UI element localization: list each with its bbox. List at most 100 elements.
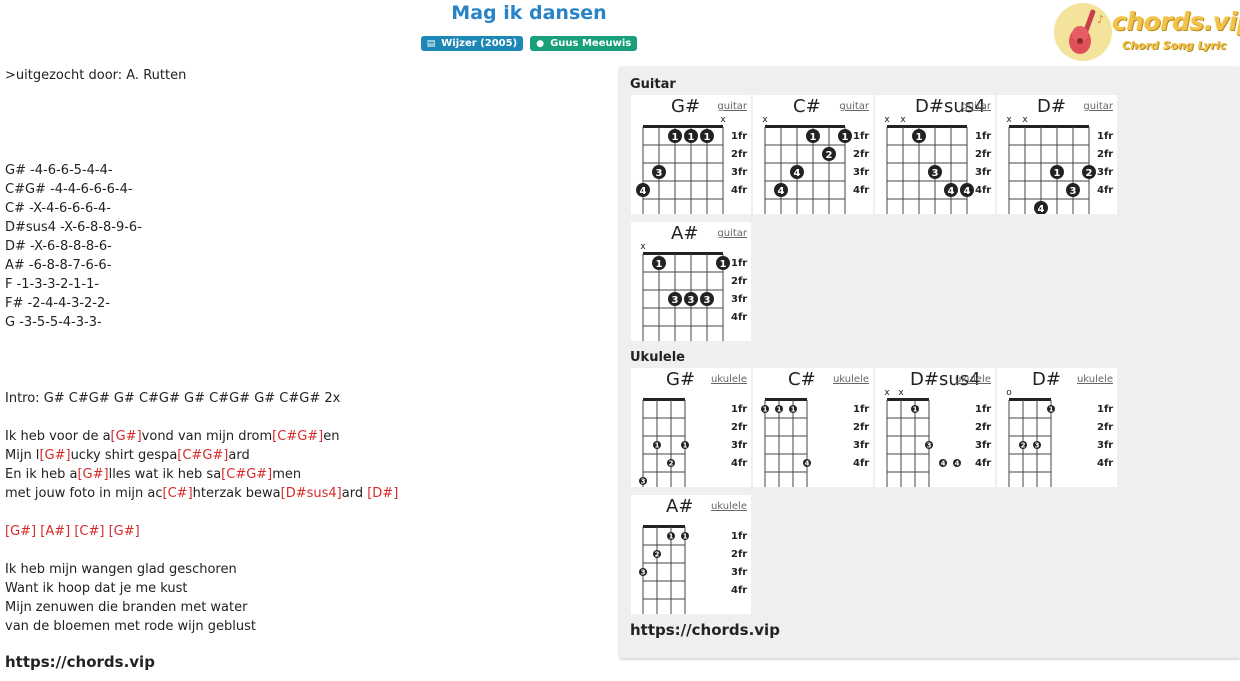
chord-link[interactable]: [G#] [111, 429, 142, 444]
guitar-chord-card[interactable]: x 4 4 1 2 1 1fr 2fr 3fr 4fr C# guitar [753, 95, 873, 214]
instrument-link[interactable]: guitar [717, 101, 747, 112]
fret-label: 4fr [731, 312, 748, 323]
ukulele-chord-card[interactable]: x x 1 3 4 4 1fr 2fr 3fr 4fr D#sus4 ukulele [875, 368, 995, 487]
instrument-link[interactable]: guitar [839, 101, 869, 112]
chord-name: D# [1032, 369, 1061, 390]
lyric-text: vond van mijn drom [141, 429, 273, 444]
lyric-text: C#G# -4-4-6-6-6-4- [5, 182, 133, 197]
chord-link[interactable]: [C#G#] [221, 467, 272, 482]
chord-link[interactable]: [C#] [163, 486, 193, 501]
ukulele-chord-card[interactable]: o 2 3 1 1fr 2fr 3fr 4fr D# ukulele [997, 368, 1117, 487]
instrument-link[interactable]: guitar [717, 228, 747, 239]
chord-link[interactable]: [G#] [5, 524, 36, 539]
fret-label: 4fr [1097, 458, 1114, 469]
finger-number: 3 [704, 295, 711, 306]
instrument-link[interactable]: ukulele [955, 374, 991, 385]
finger-number: 1 [656, 259, 663, 270]
finger-number: 1 [672, 132, 679, 143]
lyric-text: Want ik hoop dat je me kust [5, 581, 188, 596]
fret-label: 2fr [853, 149, 870, 160]
fret-label: 1fr [731, 531, 748, 542]
chord-link[interactable]: [C#] [74, 524, 104, 539]
artist-badge[interactable]: ● Guus Meeuwis [530, 36, 638, 51]
finger-number: 4 [794, 168, 801, 179]
site-logo[interactable]: ♪ chords.vip Chord Song Lyric [1054, 3, 1240, 63]
fret-label: 2fr [975, 149, 992, 160]
finger-number: 2 [1021, 442, 1026, 450]
lyric-line: D# -X-6-8-8-8-6- [5, 237, 112, 256]
instrument-link[interactable]: guitar [1083, 101, 1113, 112]
chord-link[interactable]: [G#] [39, 448, 70, 463]
lyric-text: D#sus4 -X-6-8-8-9-6- [5, 220, 142, 235]
finger-number: 3 [1035, 442, 1040, 450]
book-icon: ▤ [426, 39, 436, 49]
fret-label: 3fr [1097, 440, 1114, 451]
chord-link[interactable]: [D#] [367, 486, 398, 501]
muted-string-marker: x [1006, 115, 1012, 125]
fret-label: 2fr [731, 422, 748, 433]
guitar-chord-card[interactable]: x x 1 3 4 4 1fr 2fr 3fr 4fr D#sus4 guitar [875, 95, 995, 214]
finger-number: 1 [683, 533, 688, 541]
lyric-text: C# -X-4-6-6-6-4- [5, 201, 111, 216]
fret-label: 4fr [731, 585, 748, 596]
fret-label: 3fr [975, 167, 992, 178]
chord-link[interactable]: [C#G#] [177, 448, 228, 463]
ukulele-chord-card[interactable]: 3 2 1 1 1fr 2fr 3fr 4fr A# ukulele [631, 495, 751, 614]
chord-name: A# [666, 496, 694, 517]
fret-label: 3fr [731, 440, 748, 451]
lyric-line: En ik heb a[G#]lles wat ik heb sa[C#G#]m… [5, 465, 301, 484]
site-url-left[interactable]: https://chords.vip [5, 653, 155, 671]
lyric-text: ard [228, 448, 250, 463]
lyric-line: C# -X-4-6-6-6-4- [5, 199, 111, 218]
muted-string-marker: x [900, 115, 906, 125]
muted-string-marker: x [762, 115, 768, 125]
guitar-chord-card[interactable]: x 4 3 1 1 1 1fr 2fr 3fr 4fr G# guitar [631, 95, 751, 214]
guitar-chord-card[interactable]: x 1 3 3 3 1 1fr 2fr 3fr 4fr A# guitar [631, 222, 751, 341]
finger-number: 4 [805, 460, 810, 468]
ukulele-chord-card[interactable]: 3 1 2 1 1fr 2fr 3fr 4fr G# ukulele [631, 368, 751, 487]
site-url-right[interactable]: https://chords.vip [630, 621, 780, 639]
chord-link[interactable]: [A#] [40, 524, 70, 539]
guitar-logo-icon: ♪ [1054, 3, 1112, 61]
finger-number: 1 [720, 259, 727, 270]
instrument-link[interactable]: guitar [961, 101, 991, 112]
lyric-text: lles wat ik heb sa [108, 467, 222, 482]
instrument-link[interactable]: ukulele [1077, 374, 1113, 385]
finger-number: 3 [688, 295, 695, 306]
lyric-line: met jouw foto in mijn ac[C#]hterzak bewa… [5, 484, 398, 503]
lyric-text: en [323, 429, 340, 444]
lyric-line: G -3-5-5-4-3-3- [5, 313, 102, 332]
instrument-link[interactable]: ukulele [711, 501, 747, 512]
lyric-text: Ik heb mijn wangen glad geschoren [5, 562, 237, 577]
guitar-heading: Guitar [630, 77, 676, 92]
album-badge[interactable]: ▤ Wijzer (2005) [420, 36, 524, 51]
finger-number: 1 [688, 132, 695, 143]
finger-number: 1 [704, 132, 711, 143]
chord-diagrams-panel: Guitar Ukulele https://chords.vip x43111… [620, 67, 1240, 658]
lyric-line: Want ik hoop dat je me kust [5, 579, 187, 598]
lyric-line: F# -2-4-4-3-2-2- [5, 294, 110, 313]
finger-number: 4 [955, 460, 960, 468]
chord-link[interactable]: [C#G#] [272, 429, 323, 444]
instrument-link[interactable]: ukulele [833, 374, 869, 385]
finger-number: 1 [791, 406, 796, 414]
ukulele-heading: Ukulele [630, 350, 686, 365]
lyric-text: G# -4-6-6-5-4-4- [5, 163, 113, 178]
lyric-line: Ik heb voor de a[G#]vond van mijn drom[C… [5, 427, 340, 446]
instrument-link[interactable]: ukulele [711, 374, 747, 385]
finger-number: 2 [669, 460, 674, 468]
chord-name: C# [788, 369, 816, 390]
lyric-text: met jouw foto in mijn ac [5, 486, 163, 501]
fret-label: 2fr [731, 549, 748, 560]
finger-number: 3 [1070, 186, 1077, 197]
svg-text:♪: ♪ [1097, 13, 1104, 26]
chord-link[interactable]: [D#sus4] [281, 486, 342, 501]
chord-name: G# [671, 96, 701, 117]
chord-link[interactable]: [G#] [109, 524, 140, 539]
chord-link[interactable]: [G#] [77, 467, 108, 482]
finger-number: 3 [932, 168, 939, 179]
ukulele-chord-card[interactable]: 1 1 1 4 1fr 2fr 3fr 4fr C# ukulele [753, 368, 873, 487]
guitar-chord-card[interactable]: x x 4 1 3 2 1fr 2fr 3fr 4fr D# guitar [997, 95, 1117, 214]
finger-number: 4 [941, 460, 946, 468]
chord-name: D# [1037, 96, 1066, 117]
